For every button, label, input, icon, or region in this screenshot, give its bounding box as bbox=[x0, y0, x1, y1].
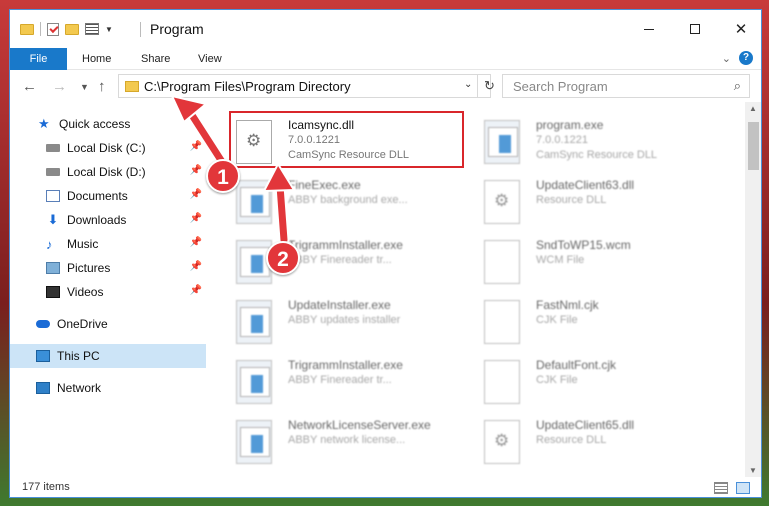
annotation-arrows bbox=[170, 94, 296, 246]
step-1-badge: 1 bbox=[206, 159, 240, 193]
step-2-badge: 2 bbox=[266, 241, 300, 275]
arrow-to-address-bar bbox=[170, 94, 232, 174]
arrow-to-dll-file bbox=[262, 161, 296, 246]
